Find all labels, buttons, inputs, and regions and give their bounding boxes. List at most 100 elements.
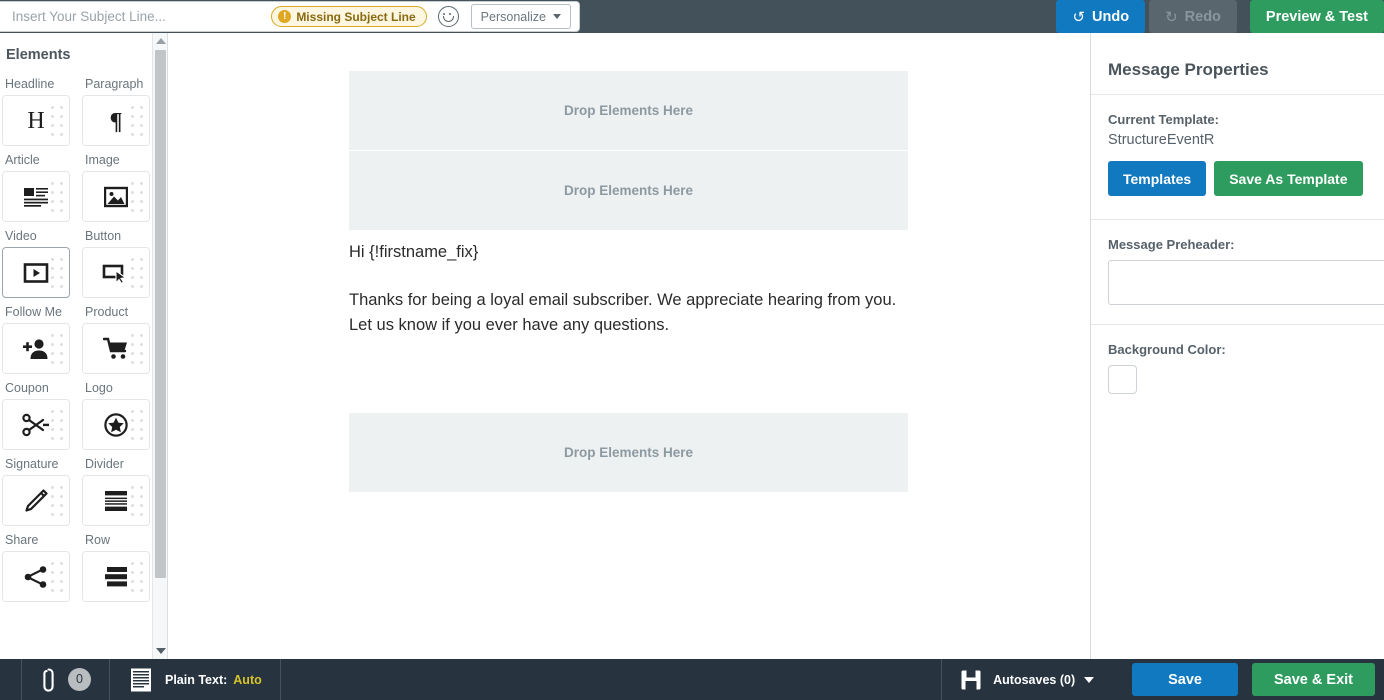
signature-pen-icon bbox=[25, 488, 48, 512]
message-preheader-label: Message Preheader: bbox=[1108, 237, 1235, 252]
top-toolbar: ! Missing Subject Line Personalize ↺ Und… bbox=[0, 0, 1384, 33]
scroll-down-arrow-icon[interactable] bbox=[153, 644, 167, 658]
element-tile-article[interactable] bbox=[2, 171, 70, 222]
elements-sidebar: Elements Headline H Paragraph ¶ Article … bbox=[0, 33, 168, 659]
scrollbar-thumb[interactable] bbox=[155, 50, 166, 578]
autosaves-label: Autosaves (0) bbox=[993, 672, 1076, 687]
element-tile-headline[interactable]: H bbox=[2, 95, 70, 146]
drag-grip-icon[interactable] bbox=[131, 106, 143, 137]
element-tile-video[interactable] bbox=[2, 247, 70, 298]
templates-button[interactable]: Templates bbox=[1108, 161, 1207, 196]
attachments-control[interactable]: 0 bbox=[22, 659, 109, 700]
drag-grip-icon[interactable] bbox=[51, 106, 63, 137]
element-label: Image bbox=[85, 153, 120, 167]
autosaves-dropdown[interactable]: Autosaves (0) bbox=[942, 659, 1112, 700]
element-cell-divider: Divider bbox=[82, 450, 150, 526]
dropzone-second[interactable]: Drop Elements Here bbox=[349, 151, 908, 230]
template-actions: Templates Save As Template bbox=[1108, 161, 1384, 196]
element-tile-paragraph[interactable]: ¶ bbox=[82, 95, 150, 146]
panel-title: Message Properties bbox=[1108, 60, 1269, 79]
personalize-dropdown[interactable]: Personalize bbox=[470, 4, 571, 29]
element-cell-row: Row bbox=[82, 526, 150, 602]
dropzone-top[interactable]: Drop Elements Here bbox=[349, 71, 908, 150]
element-tile-signature[interactable] bbox=[2, 475, 70, 526]
element-label: Product bbox=[85, 305, 129, 319]
share-nodes-icon bbox=[24, 565, 47, 588]
email-text-block[interactable]: Hi {!firstname_fix} Thanks for being a l… bbox=[349, 230, 908, 337]
undo-button[interactable]: ↺ Undo bbox=[1056, 0, 1146, 33]
element-tile-logo[interactable] bbox=[82, 399, 150, 450]
emoji-smiley-icon[interactable] bbox=[437, 6, 459, 27]
email-canvas[interactable]: Drop Elements Here Drop Elements Here Hi… bbox=[169, 33, 1089, 659]
element-tile-product[interactable] bbox=[82, 323, 150, 374]
button-cursor-icon bbox=[102, 264, 127, 284]
headline-h-icon: H bbox=[27, 109, 44, 133]
divider bbox=[1091, 219, 1384, 220]
element-cell-article: Article bbox=[2, 146, 70, 222]
element-cell-button: Button bbox=[82, 222, 150, 298]
row-layout-icon bbox=[105, 566, 127, 586]
element-tile-follow-me[interactable] bbox=[2, 323, 70, 374]
background-color-swatch[interactable] bbox=[1108, 365, 1137, 394]
divider bbox=[1091, 324, 1384, 325]
svg-text:¶: ¶ bbox=[110, 109, 123, 133]
current-template-value: StructureEventR bbox=[1108, 132, 1215, 148]
save-and-exit-button[interactable]: Save & Exit bbox=[1252, 663, 1375, 696]
drag-grip-icon[interactable] bbox=[131, 410, 143, 441]
preview-label: Preview & Test bbox=[1265, 8, 1368, 25]
drag-grip-icon[interactable] bbox=[51, 182, 63, 213]
drag-grip-icon[interactable] bbox=[131, 182, 143, 213]
element-label: Paragraph bbox=[85, 77, 144, 91]
dropzone-bottom[interactable]: Drop Elements Here bbox=[349, 413, 908, 493]
element-tile-button[interactable] bbox=[82, 247, 150, 298]
status-bar-actions: Autosaves (0) Save Save & Exit bbox=[942, 659, 1384, 700]
video-play-icon bbox=[23, 262, 49, 283]
sidebar-scrollbar[interactable] bbox=[152, 33, 167, 659]
drag-grip-icon[interactable] bbox=[131, 334, 143, 365]
element-tile-share[interactable] bbox=[2, 551, 70, 602]
message-preheader-input[interactable] bbox=[1108, 260, 1384, 305]
svg-text:H: H bbox=[27, 109, 44, 133]
missing-subject-label: Missing Subject Line bbox=[296, 9, 416, 24]
save-button[interactable]: Save bbox=[1132, 663, 1238, 696]
drag-grip-icon[interactable] bbox=[131, 562, 143, 593]
product-cart-icon bbox=[103, 337, 127, 359]
drag-grip-icon[interactable] bbox=[131, 258, 143, 289]
element-cell-signature: Signature bbox=[2, 450, 70, 526]
element-label: Headline bbox=[5, 77, 55, 91]
email-paragraph: Thanks for being a loyal email subscribe… bbox=[349, 291, 897, 334]
element-cell-paragraph: Paragraph ¶ bbox=[82, 70, 150, 146]
save-as-template-button[interactable]: Save As Template bbox=[1214, 161, 1363, 196]
paperclip-icon bbox=[43, 667, 54, 692]
message-properties-panel: Message Properties Current Template: Str… bbox=[1090, 33, 1384, 659]
drag-grip-icon[interactable] bbox=[51, 410, 63, 441]
element-tile-divider[interactable] bbox=[82, 475, 150, 526]
email-greeting: Hi {!firstname_fix} bbox=[349, 243, 479, 261]
status-badge-missing-subject: ! Missing Subject Line bbox=[271, 6, 427, 27]
drag-grip-icon[interactable] bbox=[51, 562, 63, 593]
logo-star-circle-icon bbox=[104, 412, 128, 437]
element-label: Row bbox=[85, 533, 111, 547]
plain-text-control[interactable]: Plain Text: Auto bbox=[110, 659, 280, 700]
email-editor-window: ! Missing Subject Line Personalize ↺ Und… bbox=[0, 0, 1384, 700]
drag-grip-icon[interactable] bbox=[131, 486, 143, 517]
element-cell-product: Product bbox=[82, 298, 150, 374]
divider bbox=[1091, 94, 1384, 95]
element-tile-image[interactable] bbox=[82, 171, 150, 222]
plain-text-lines-icon bbox=[131, 668, 151, 691]
subject-input[interactable] bbox=[10, 8, 272, 25]
drag-grip-icon[interactable] bbox=[51, 486, 63, 517]
drag-grip-icon[interactable] bbox=[51, 258, 63, 289]
element-label: Share bbox=[5, 533, 39, 547]
redo-label: Redo bbox=[1184, 8, 1221, 25]
element-label: Button bbox=[85, 229, 122, 243]
divider-icon bbox=[105, 490, 127, 511]
drag-grip-icon[interactable] bbox=[51, 334, 63, 365]
redo-button[interactable]: ↻ Redo bbox=[1149, 0, 1237, 33]
preview-and-test-button[interactable]: Preview & Test bbox=[1249, 0, 1384, 33]
scroll-up-arrow-icon[interactable] bbox=[153, 34, 167, 48]
image-icon bbox=[104, 186, 128, 207]
element-tile-row[interactable] bbox=[82, 551, 150, 602]
element-label: Coupon bbox=[5, 381, 49, 395]
element-tile-coupon[interactable] bbox=[2, 399, 70, 450]
